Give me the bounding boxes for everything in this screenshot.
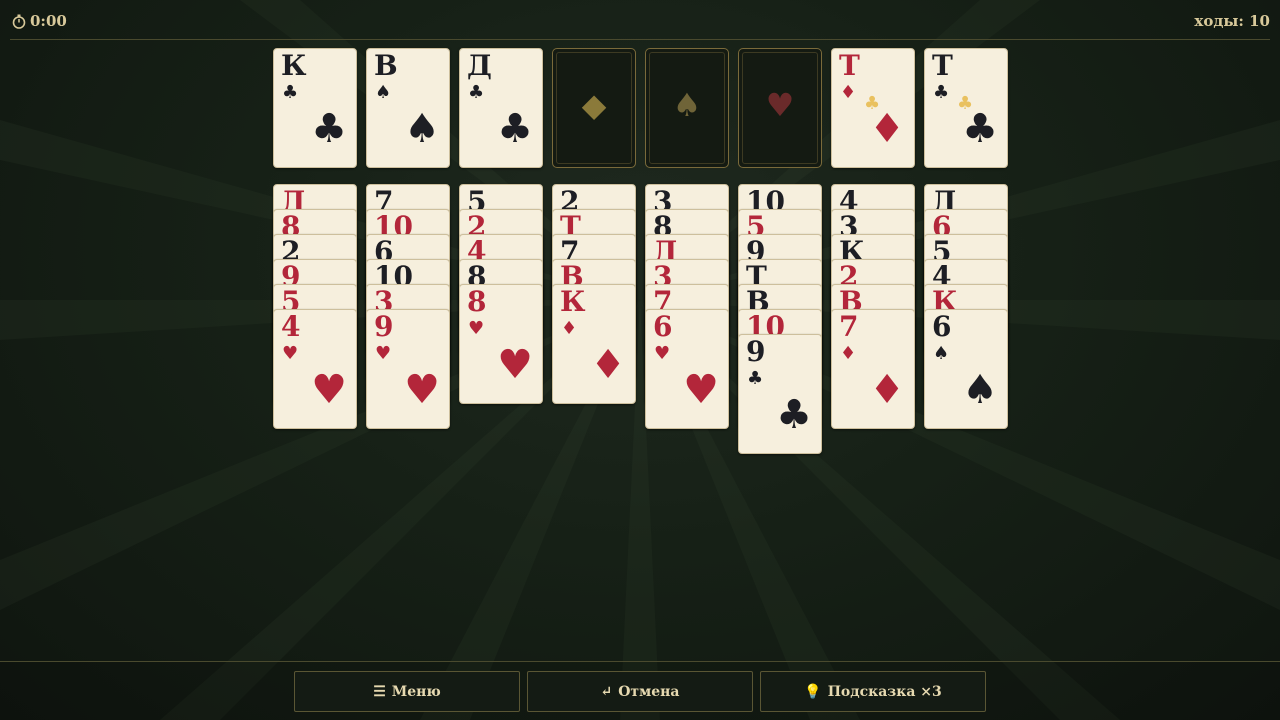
menu-button-label: Меню: [391, 683, 441, 700]
card-rank: К: [281, 49, 307, 82]
card-suit-small: ♦: [840, 82, 857, 103]
card-suit-large: ♠: [404, 106, 440, 152]
moves-counter: ходы: 10: [1194, 12, 1270, 30]
tableau-top-card[interactable]: К ♦ ♦: [552, 284, 636, 404]
timer: 0:00: [12, 12, 67, 30]
card-suit-large: ♦: [869, 106, 905, 152]
card-suit-large: ♥: [404, 367, 440, 413]
card-suit-small: ♣: [468, 82, 485, 103]
card-rank: 4: [281, 310, 301, 343]
undo-icon: ↵: [600, 683, 613, 700]
card-suit-small: ♥: [375, 343, 392, 364]
card-suit-small: ♣: [933, 82, 950, 103]
foundation-card[interactable]: Т ♣ ♣ ♣: [924, 48, 1008, 168]
stopwatch-icon: [12, 14, 26, 29]
card-rank: Д: [467, 49, 492, 82]
card-rank: 6: [653, 310, 673, 343]
suit-placeholder-icon: ♠: [672, 86, 702, 124]
card-suit-large: ♥: [311, 367, 347, 413]
card-accent-icon: ♣: [864, 93, 881, 114]
card-suit-large: ♣: [776, 392, 812, 438]
card-suit-large: ♦: [869, 367, 905, 413]
card-rank: 9: [746, 335, 766, 368]
foundation-card[interactable]: В ♠ ♠: [366, 48, 450, 168]
card-rank: 8: [467, 285, 487, 318]
felt-background: [0, 0, 1280, 720]
menu-button[interactable]: ☰ Меню: [294, 671, 520, 712]
tableau-top-card[interactable]: 9 ♣ ♣: [738, 334, 822, 454]
hint-button-label: Подсказка ×3: [827, 683, 942, 700]
card-rank: К: [560, 285, 586, 318]
tableau-top-card[interactable]: 6 ♠ ♠: [924, 309, 1008, 429]
card-suit-large: ♦: [590, 342, 626, 388]
foundation-card[interactable]: Д ♣ ♣: [459, 48, 543, 168]
light-rays: [0, 0, 1280, 720]
card-suit-large: ♠: [962, 367, 998, 413]
foundation-slot-empty[interactable]: ◆: [552, 48, 636, 168]
foundation-card[interactable]: К ♣ ♣: [273, 48, 357, 168]
tableau-top-card[interactable]: 9 ♥ ♥: [366, 309, 450, 429]
card-suit-small: ♠: [375, 82, 392, 103]
foundation-slot-empty[interactable]: ♥: [738, 48, 822, 168]
card-rank: Т: [932, 49, 953, 82]
hint-button[interactable]: 💡 Подсказка ×3: [760, 671, 986, 712]
suit-placeholder-icon: ◆: [581, 86, 607, 124]
lightbulb-icon: 💡: [804, 683, 822, 700]
tableau-top-card[interactable]: 6 ♥ ♥: [645, 309, 729, 429]
card-suit-large: ♣: [962, 106, 998, 152]
card-rank: 7: [839, 310, 859, 343]
card-rank: В: [374, 49, 398, 82]
card-suit-small: ♥: [282, 343, 299, 364]
card-suit-small: ♣: [747, 368, 764, 389]
tableau-top-card[interactable]: 7 ♦ ♦: [831, 309, 915, 429]
suit-placeholder-icon: ♥: [765, 86, 795, 124]
foundation-slot-empty[interactable]: ♠: [645, 48, 729, 168]
card-suit-large: ♣: [311, 106, 347, 152]
top-bar: 0:00 ходы: 10: [10, 0, 1270, 40]
card-suit-small: ♠: [933, 343, 950, 364]
menu-icon: ☰: [373, 683, 386, 700]
timer-value: 0:00: [30, 12, 67, 30]
undo-button[interactable]: ↵ Отмена: [527, 671, 753, 712]
moves-label: ходы: 10: [1194, 12, 1270, 30]
card-suit-small: ♣: [282, 82, 299, 103]
card-suit-large: ♥: [497, 342, 533, 388]
card-rank: 9: [374, 310, 394, 343]
foundation-card[interactable]: Т ♦ ♦ ♣: [831, 48, 915, 168]
card-rank: 6: [932, 310, 952, 343]
card-accent-icon: ♣: [957, 93, 974, 114]
card-suit-large: ♥: [683, 367, 719, 413]
card-suit-small: ♦: [561, 318, 578, 339]
tableau-top-card[interactable]: 8 ♥ ♥: [459, 284, 543, 404]
card-suit-small: ♦: [840, 343, 857, 364]
card-suit-small: ♥: [468, 318, 485, 339]
bottom-bar: ☰ Меню ↵ Отмена 💡 Подсказка ×3: [0, 661, 1280, 720]
card-rank: Т: [839, 49, 860, 82]
card-suit-large: ♣: [497, 106, 533, 152]
card-suit-small: ♥: [654, 343, 671, 364]
undo-button-label: Отмена: [618, 683, 680, 700]
tableau-top-card[interactable]: 4 ♥ ♥: [273, 309, 357, 429]
